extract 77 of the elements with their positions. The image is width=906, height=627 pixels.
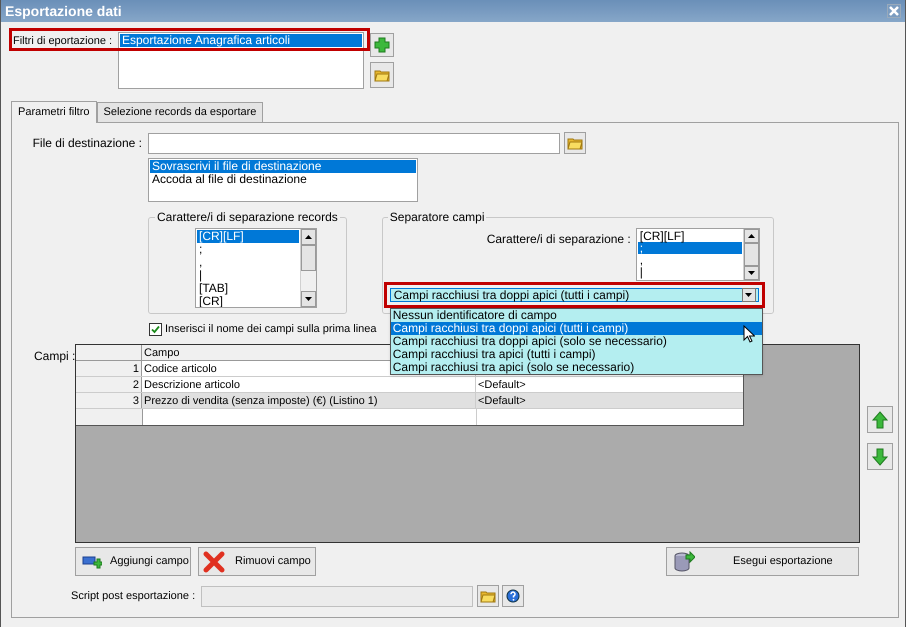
destination-input[interactable] [148,132,560,154]
destination-label: File di destinazione : [32,135,142,152]
down-triangle-icon [745,293,752,297]
scroll-thumb[interactable] [744,243,759,266]
browse-button[interactable] [564,132,586,154]
list-item[interactable]: ; [197,243,299,256]
move-up-button[interactable] [867,406,893,433]
help-icon [506,589,520,603]
fields-label: Campi : [34,348,75,365]
down-triangle-icon [305,297,312,301]
run-export-button[interactable]: Esegui esportazione [666,547,859,576]
down-triangle-icon [748,270,755,275]
checkbox-label: Inserisci il nome dei campi sulla prima linea [165,322,377,337]
quote-mode-dropdown[interactable]: Campi racchiusi tra doppi apici (tutti i campi) [390,288,759,302]
list-item[interactable]: | [197,269,299,282]
remove-field-button[interactable]: Rimuovi campo [198,547,316,576]
add-field-icon [82,554,102,570]
window-title: Esportazione dati [5,2,122,21]
add-filter-button[interactable] [370,33,394,57]
move-down-button[interactable] [867,443,893,470]
dropdown-option[interactable]: Campi racchiusi tra doppi apici (solo se necessario) [390,335,762,348]
up-arrow-icon [872,410,888,428]
scroll-down-button[interactable] [744,266,759,280]
list-item[interactable]: [CR][LF] [197,230,299,243]
dropdown-option[interactable]: Campi racchiusi tra apici (tutti i campi) [390,348,762,361]
list-item[interactable]: , [197,256,299,269]
list-item[interactable]: ; [638,242,742,254]
list-item[interactable]: [CR][LF] [638,230,742,242]
scroll-up-button[interactable] [301,229,316,245]
check-icon [151,324,160,334]
group-title: Carattere/i di separazione records [156,209,339,226]
dropdown-option[interactable]: Nessun identificatore di campo [390,309,762,322]
table-row[interactable]: 3 Prezzo di vendita (senza imposte) (€) (Listino 1) <Default> [76,393,743,409]
table-cell: Prezzo di vendita (senza imposte) (€) (Listino 1) [142,393,476,408]
folder-icon [374,68,390,82]
list-item[interactable]: [TAB] [197,282,299,295]
close-button[interactable] [887,4,901,18]
row-number: 3 [76,393,142,408]
tab[interactable]: Selezione records da esportare [96,102,264,122]
checkbox[interactable] [149,322,162,336]
scroll-down-button[interactable] [301,291,316,307]
close-icon [889,6,899,16]
table-row[interactable]: 2 Descrizione articolo <Default> [76,377,743,393]
table-cell-text: <Default> [477,394,527,408]
tab[interactable]: Parametri filtro [11,101,97,123]
list-item[interactable]: | [638,266,742,278]
add-field-button[interactable]: Aggiungi campo [75,547,191,576]
separator-label: Carattere/i di separazione : [486,231,631,248]
filter-list[interactable]: Esportazione Anagrafica articoli [118,32,364,89]
filter-label: Filtri di eportazione : [12,34,114,49]
mouse-cursor-icon [742,325,755,343]
browse-script-button[interactable] [477,585,500,607]
list-item[interactable]: Sovrascrivi il file di destinazione [150,160,416,173]
row-number: 1 [76,361,142,376]
plus-icon [374,37,390,53]
open-filter-button[interactable] [370,62,394,88]
list-item[interactable]: , [638,254,742,266]
folder-icon [480,589,496,603]
row-number: 2 [76,377,142,392]
delete-cross-icon [203,550,225,572]
dropdown-option[interactable]: Campi racchiusi tra doppi apici (tutti i campi) [390,322,762,335]
scroll-up-button[interactable] [744,229,759,244]
up-triangle-icon [305,235,312,239]
group-title: Separatore campi [388,209,486,226]
script-label: Script post esportazione : [71,588,196,604]
list-item[interactable]: Accoda al file di destinazione [150,173,416,186]
up-triangle-icon [748,234,755,238]
list-item[interactable]: Esportazione Anagrafica articoli [120,34,362,47]
database-export-icon [673,550,695,572]
folder-icon [567,136,583,150]
table-cell-text: <Default> [477,378,527,392]
field-separator-list[interactable]: [CR][LF] ; , | [636,228,760,281]
write-mode-list[interactable]: Sovrascrivi il file di destinazione Accoda al file di destinazione [148,158,418,202]
down-arrow-icon [872,448,888,466]
scroll-thumb[interactable] [301,245,316,271]
help-button[interactable] [502,585,524,607]
table-cell: Descrizione articolo [142,377,476,392]
